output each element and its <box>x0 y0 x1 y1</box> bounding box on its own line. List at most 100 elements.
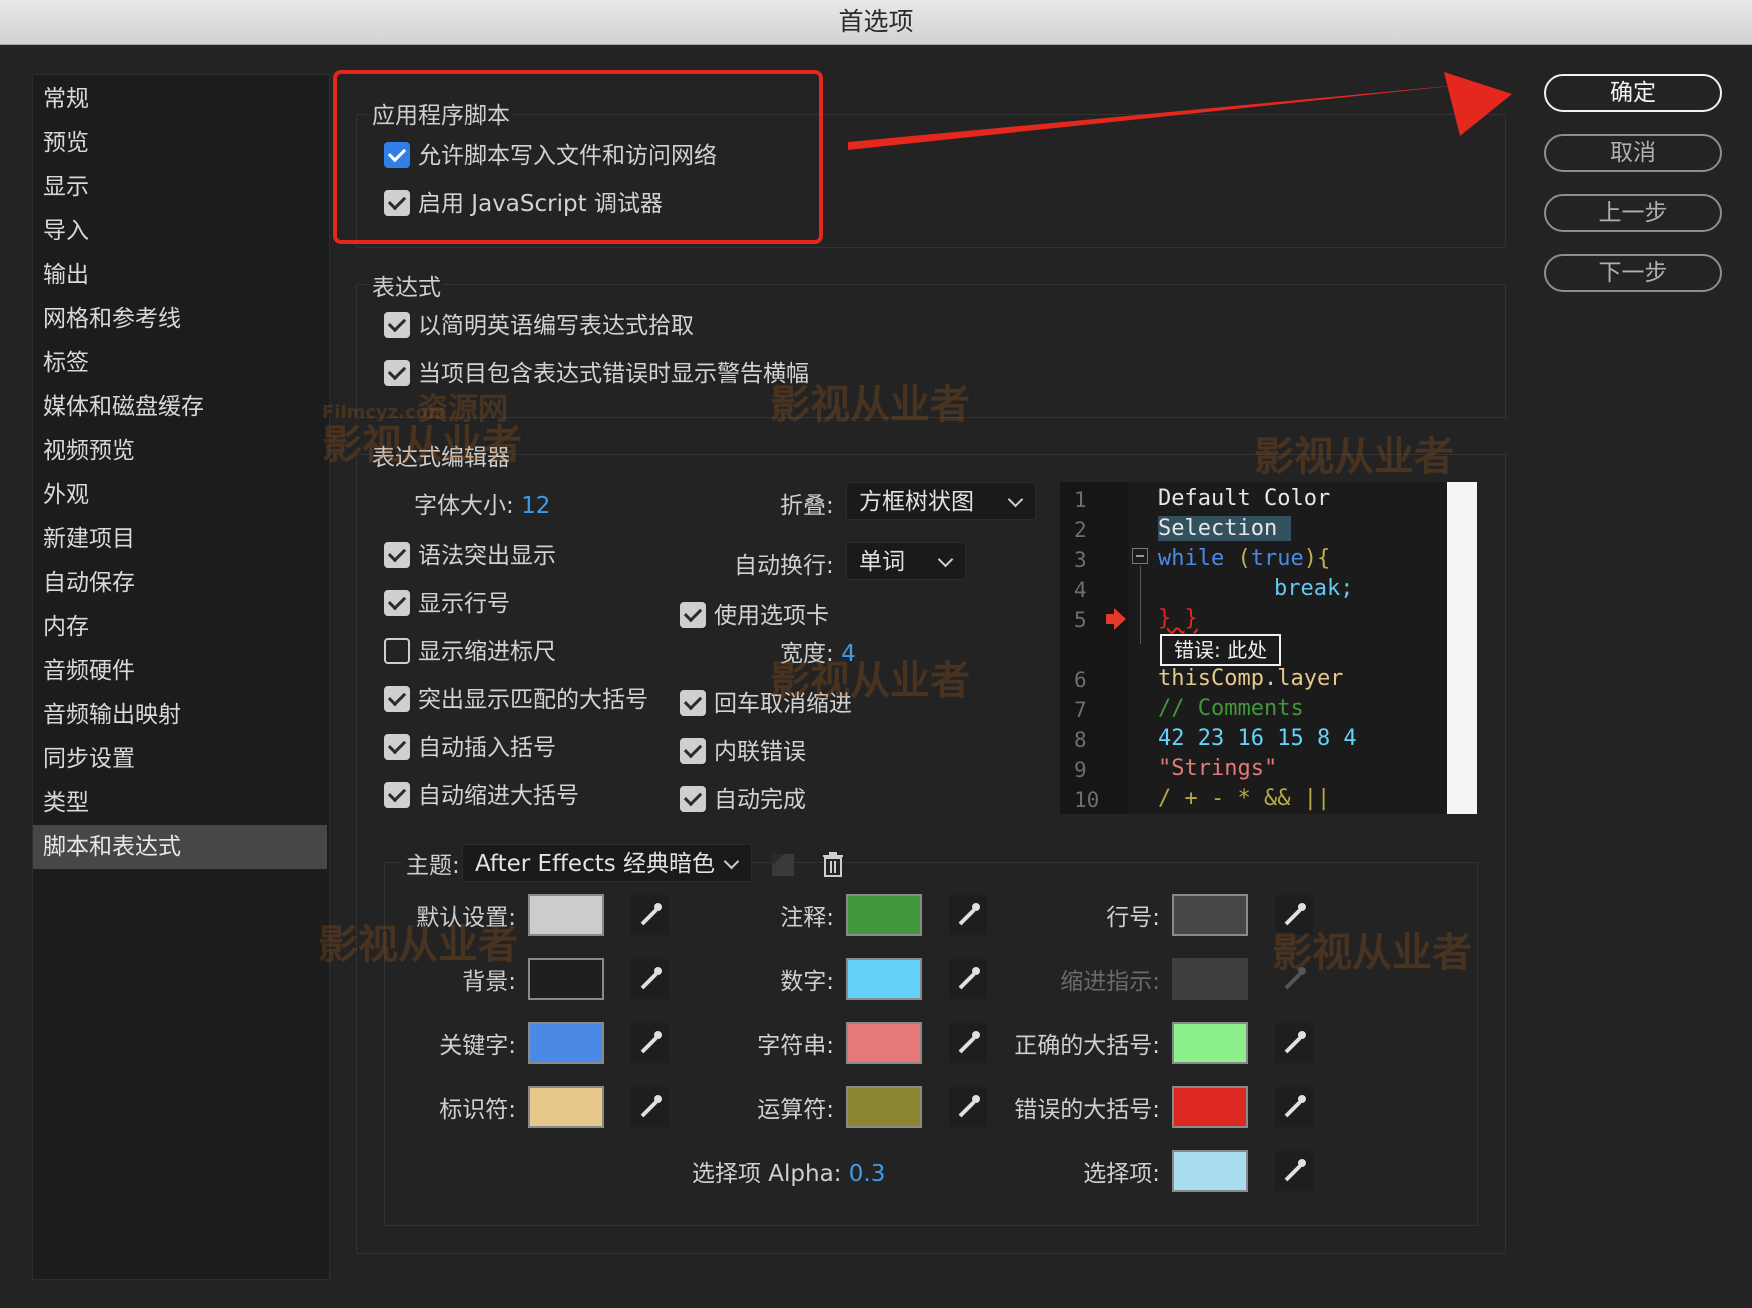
code-preview-scrollbar[interactable] <box>1447 482 1477 814</box>
watermark-text: 影视从业者 <box>770 658 970 704</box>
watermark-text: 影视从业者 <box>318 922 518 968</box>
selection-color-swatch[interactable] <box>1172 1150 1248 1192</box>
fold-dropdown[interactable]: 方框树状图 <box>846 482 1036 520</box>
inline-errors-checkbox[interactable]: 内联错误 <box>680 736 806 768</box>
use-tabs-checkbox[interactable]: 使用选项卡 <box>680 600 829 632</box>
sidebar-item-scripting[interactable]: 脚本和表达式 <box>33 825 327 869</box>
autocomplete-checkbox[interactable]: 自动完成 <box>680 784 806 816</box>
keyword-color-label: 关键字: <box>439 1033 516 1059</box>
valid-bracket-color-swatch[interactable] <box>1172 1022 1248 1064</box>
sidebar-item-audio-output[interactable]: 音频输出映射 <box>33 693 327 737</box>
eyedropper-icon[interactable] <box>948 1022 988 1064</box>
sidebar-item-labels[interactable]: 标签 <box>33 341 327 385</box>
identifier-color-label: 标识符: <box>439 1097 516 1123</box>
comment-color-swatch[interactable] <box>846 894 922 936</box>
checkbox-checked-icon <box>384 781 410 808</box>
string-color-swatch[interactable] <box>846 1022 922 1064</box>
identifier-color-swatch[interactable] <box>528 1086 604 1128</box>
code-line-selection: Selection <box>1158 516 1292 541</box>
line-number: 5 <box>1074 608 1087 632</box>
window-title: 首选项 <box>0 0 1752 45</box>
fold-toggle-icon[interactable] <box>1132 548 1148 564</box>
sidebar-item-output[interactable]: 输出 <box>33 253 327 297</box>
sidebar-item-sync[interactable]: 同步设置 <box>33 737 327 781</box>
sidebar-item-preview[interactable]: 预览 <box>33 121 327 165</box>
background-color-swatch[interactable] <box>528 958 604 1000</box>
sidebar-item-appearance[interactable]: 外观 <box>33 473 327 517</box>
eyedropper-icon[interactable] <box>630 958 670 1000</box>
annotation-highlight-frame <box>333 70 823 244</box>
match-brackets-checkbox[interactable]: 突出显示匹配的大括号 <box>384 684 648 716</box>
sidebar-item-new-project[interactable]: 新建项目 <box>33 517 327 561</box>
ok-button[interactable]: 确定 <box>1544 74 1722 112</box>
selection-color-label: 选择项: <box>1083 1161 1160 1187</box>
wrap-dropdown[interactable]: 单词 <box>846 542 966 580</box>
code-preview: 1 2 3 4 5 6 7 8 9 10 Default Color Selec… <box>1060 482 1477 814</box>
selection-alpha-value[interactable]: 0.3 <box>849 1161 886 1187</box>
number-color-swatch[interactable] <box>846 958 922 1000</box>
sidebar-item-type[interactable]: 类型 <box>33 781 327 825</box>
checkbox-checked-icon <box>384 733 410 760</box>
eyedropper-icon[interactable] <box>1274 1150 1314 1192</box>
sidebar-item-memory[interactable]: 内存 <box>33 605 327 649</box>
sidebar-item-audio-hardware[interactable]: 音频硬件 <box>33 649 327 693</box>
line-numbers-checkbox[interactable]: 显示行号 <box>384 588 510 620</box>
line-number-gutter: 1 2 3 4 5 6 7 8 9 10 <box>1060 482 1128 814</box>
sidebar-item-media-cache[interactable]: 媒体和磁盘缓存 <box>33 385 327 429</box>
watermark-text: 影视从业者 <box>770 382 970 428</box>
checkbox-checked-icon <box>384 685 410 712</box>
new-theme-icon[interactable] <box>770 852 796 878</box>
line-number: 1 <box>1074 488 1087 512</box>
cancel-button[interactable]: 取消 <box>1544 134 1722 172</box>
eyedropper-icon[interactable] <box>630 1086 670 1128</box>
line-number: 4 <box>1074 578 1087 602</box>
valid-bracket-color-label: 正确的大括号: <box>1014 1033 1160 1059</box>
eyedropper-icon[interactable] <box>1274 1022 1314 1064</box>
line-number: 7 <box>1074 698 1087 722</box>
watermark-text: 影视从业者 <box>1254 434 1454 480</box>
code-line-break: break; <box>1274 576 1354 601</box>
eyedropper-icon[interactable] <box>948 958 988 1000</box>
line-number-color-swatch[interactable] <box>1172 894 1248 936</box>
default-color-swatch[interactable] <box>528 894 604 936</box>
sidebar: 常规 预览 显示 导入 输出 网格和参考线 标签 媒体和磁盘缓存 视频预览 外观… <box>32 74 330 1280</box>
sidebar-item-general[interactable]: 常规 <box>33 77 327 121</box>
code-line-operators: / + - * && || <box>1158 786 1331 811</box>
sidebar-item-display[interactable]: 显示 <box>33 165 327 209</box>
invalid-bracket-color-swatch[interactable] <box>1172 1086 1248 1128</box>
theme-dropdown[interactable]: After Effects 经典暗色 <box>462 844 752 882</box>
checkbox-unchecked-icon <box>384 637 410 664</box>
sidebar-item-auto-save[interactable]: 自动保存 <box>33 561 327 605</box>
error-marker-icon <box>1106 606 1128 638</box>
line-number-color-label: 行号: <box>1106 905 1160 931</box>
eyedropper-icon[interactable] <box>630 1022 670 1064</box>
eyedropper-icon[interactable] <box>630 894 670 936</box>
next-button[interactable]: 下一步 <box>1544 254 1722 292</box>
plain-english-checkbox[interactable]: 以简明英语编写表达式拾取 <box>384 310 694 342</box>
chevron-down-icon <box>1007 491 1024 508</box>
code-line-comment: // Comments <box>1158 696 1304 721</box>
auto-indent-checkbox[interactable]: 自动缩进大括号 <box>384 780 579 812</box>
font-size-value[interactable]: 12 <box>521 493 550 519</box>
sidebar-item-import[interactable]: 导入 <box>33 209 327 253</box>
expressions-title: 表达式 <box>370 268 443 302</box>
code-line-bracket-error: } } <box>1158 606 1198 631</box>
trash-icon[interactable] <box>820 850 846 878</box>
operator-token: ( <box>1224 546 1251 571</box>
selection-alpha-setting[interactable]: 选择项 Alpha: 0.3 <box>692 1154 885 1188</box>
operator-color-swatch[interactable] <box>846 1086 922 1128</box>
keyword-color-swatch[interactable] <box>528 1022 604 1064</box>
fold-guide-line <box>1140 566 1141 644</box>
sidebar-item-grids[interactable]: 网格和参考线 <box>33 297 327 341</box>
syntax-highlight-checkbox[interactable]: 语法突出显示 <box>384 540 556 572</box>
sidebar-item-video-preview[interactable]: 视频预览 <box>33 429 327 473</box>
eyedropper-icon[interactable] <box>948 894 988 936</box>
auto-brackets-checkbox[interactable]: 自动插入括号 <box>384 732 556 764</box>
eyedropper-icon[interactable] <box>1274 1086 1314 1128</box>
previous-button[interactable]: 上一步 <box>1544 194 1722 232</box>
font-size-setting[interactable]: 字体大小: 12 <box>414 486 550 520</box>
eyedropper-icon[interactable] <box>948 1086 988 1128</box>
indent-guides-checkbox[interactable]: 显示缩进标尺 <box>384 636 556 668</box>
number-color-label: 数字: <box>780 969 834 995</box>
checkbox-checked-icon <box>680 737 706 764</box>
